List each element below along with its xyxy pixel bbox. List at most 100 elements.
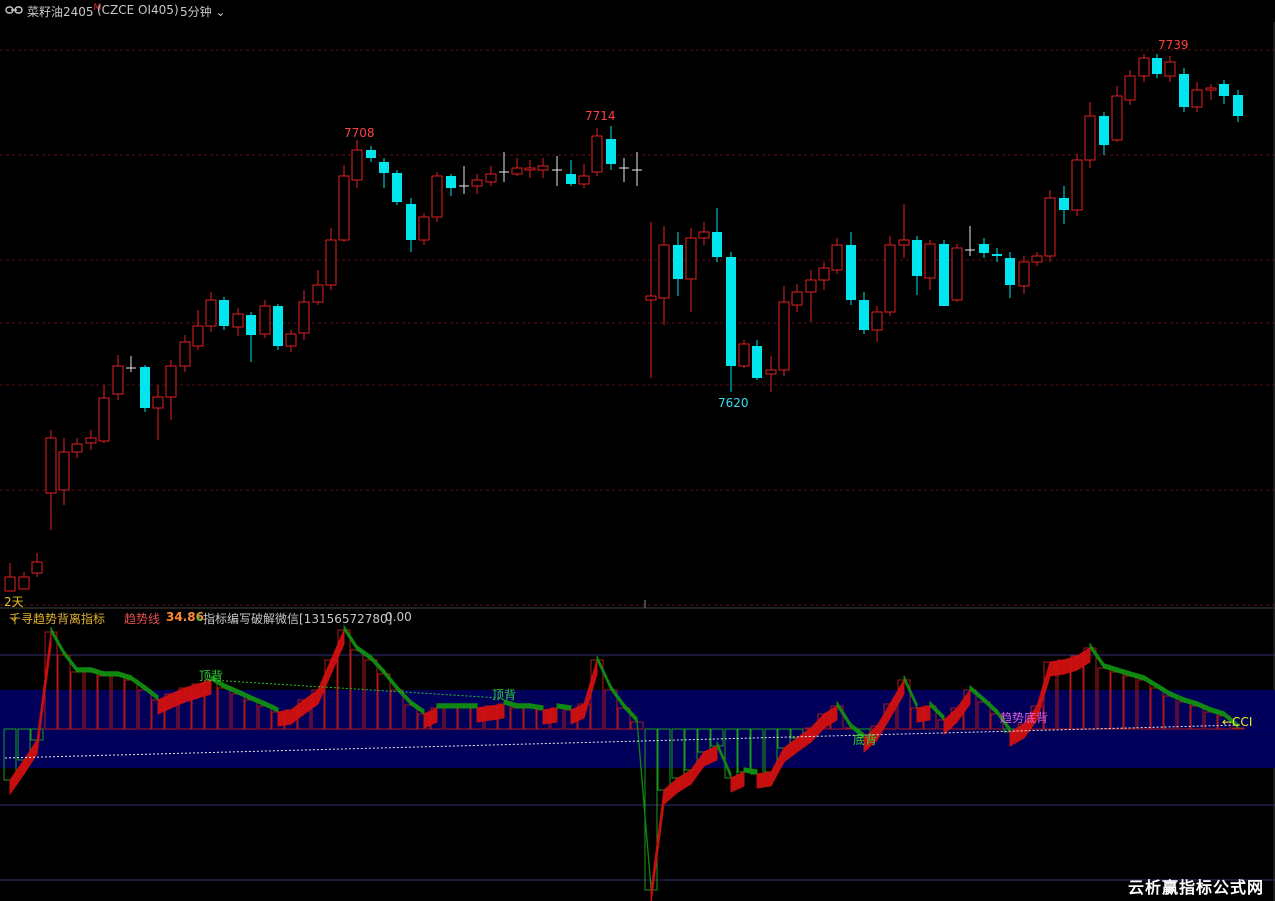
period-selector[interactable]: 5分钟 ⌄ bbox=[180, 3, 226, 20]
candle bbox=[18, 572, 30, 590]
indicator-ribbon-segment bbox=[663, 776, 679, 806]
candle bbox=[831, 238, 843, 274]
candle bbox=[471, 174, 483, 194]
candle bbox=[31, 553, 43, 577]
candle bbox=[1005, 252, 1015, 298]
watermark-text: 云析赢指标公式网 bbox=[1128, 878, 1265, 897]
high-label-1: 7708 bbox=[344, 126, 375, 140]
candle bbox=[924, 240, 936, 290]
chevron-down-icon: ⌄ bbox=[215, 5, 226, 19]
candle bbox=[379, 158, 389, 188]
indicator-ribbon-segment bbox=[436, 703, 452, 709]
indicator-ribbon-segment bbox=[463, 703, 478, 709]
annotation-top-divergence-1: 顶背 bbox=[199, 669, 224, 683]
cci-label: ←CCI bbox=[1222, 715, 1253, 729]
candle bbox=[912, 236, 922, 295]
indicator-ribbon-segment bbox=[916, 705, 931, 723]
candle bbox=[179, 335, 191, 372]
candle bbox=[1099, 112, 1109, 155]
candle bbox=[246, 312, 256, 362]
candle bbox=[459, 166, 469, 194]
indicator-title-bar: 千寻趋势背离指标 ⌄ 趋势线 34.86 ↓ 指标编写破解微信[131565727… bbox=[0, 610, 1000, 626]
candle bbox=[698, 222, 710, 245]
symbol-title: 菜籽油2405M bbox=[27, 3, 101, 20]
candle bbox=[898, 204, 910, 258]
candle bbox=[205, 292, 217, 332]
indicator-ribbon-segment bbox=[1049, 659, 1065, 677]
candle bbox=[658, 226, 670, 325]
candle bbox=[965, 226, 975, 256]
candle bbox=[1031, 252, 1043, 266]
indicator-ribbon-segment bbox=[490, 703, 505, 721]
symbol-name: 菜籽油2405 bbox=[27, 5, 94, 19]
indicator-ribbon-segment bbox=[542, 707, 558, 725]
chart-header: 菜籽油2405M (CZCE OI405) 5分钟 ⌄ bbox=[0, 0, 1275, 22]
annotation-trend-bottom-divergence: 趋势底背 bbox=[1000, 711, 1049, 725]
candle bbox=[537, 158, 549, 178]
candle bbox=[752, 340, 762, 380]
candle bbox=[485, 166, 497, 186]
annotation-top-divergence-2: 顶背 bbox=[492, 688, 517, 702]
candle bbox=[979, 238, 989, 258]
annotation-bottom-divergence: 底背 bbox=[853, 733, 878, 747]
candle bbox=[4, 563, 16, 592]
candle bbox=[71, 438, 83, 458]
indicator-ribbon-segment bbox=[743, 767, 758, 775]
candle bbox=[219, 297, 229, 330]
candle bbox=[192, 310, 204, 350]
chevron-down-icon: ⌄ bbox=[9, 610, 20, 624]
candle bbox=[1018, 256, 1030, 294]
indicator-ribbon-segment bbox=[450, 703, 465, 709]
candle bbox=[738, 340, 750, 368]
candle bbox=[85, 430, 97, 450]
candle bbox=[338, 165, 350, 242]
link-icon[interactable] bbox=[5, 5, 23, 15]
candle bbox=[846, 232, 856, 305]
candle bbox=[591, 128, 603, 176]
candle bbox=[98, 385, 110, 443]
candle bbox=[1138, 54, 1150, 82]
candle bbox=[1205, 84, 1217, 100]
candle bbox=[1191, 82, 1203, 112]
candle bbox=[259, 300, 271, 338]
indicator-ribbon-segment bbox=[476, 705, 492, 723]
candle bbox=[1059, 186, 1069, 224]
period-label: 5分钟 bbox=[180, 5, 212, 19]
candle bbox=[1124, 70, 1136, 105]
candle bbox=[951, 244, 963, 302]
candle bbox=[1164, 56, 1176, 82]
candle bbox=[791, 284, 803, 312]
indicator-ribbon-segment bbox=[596, 655, 612, 691]
candle bbox=[818, 262, 830, 290]
candle bbox=[45, 430, 57, 530]
candle bbox=[273, 304, 283, 350]
indicator-ribbon-segment bbox=[76, 667, 92, 673]
candle bbox=[726, 252, 736, 392]
candle bbox=[152, 385, 164, 440]
candle bbox=[351, 140, 363, 188]
symbol-code: (CZCE OI405) bbox=[97, 3, 179, 17]
candle bbox=[366, 146, 376, 162]
candle bbox=[1179, 68, 1189, 112]
indicator-ribbon-segment bbox=[730, 771, 745, 793]
candle bbox=[58, 438, 70, 505]
candle bbox=[619, 158, 629, 182]
candle bbox=[552, 156, 562, 186]
price-chart[interactable] bbox=[0, 0, 1275, 901]
candle bbox=[112, 355, 124, 400]
candle bbox=[499, 152, 509, 182]
candle bbox=[685, 228, 697, 312]
indicator-ribbon-segment bbox=[1129, 671, 1145, 681]
candle bbox=[712, 208, 722, 262]
indicator-note: 指标编写破解微信[13156572780] bbox=[203, 612, 393, 626]
day-count-label: 2天 bbox=[4, 595, 24, 609]
high-label-2: 7714 bbox=[585, 109, 616, 123]
low-label: 7620 bbox=[718, 396, 749, 410]
candle bbox=[805, 270, 817, 322]
candle bbox=[406, 198, 416, 252]
candle bbox=[1233, 90, 1243, 122]
candle bbox=[446, 174, 456, 196]
candle bbox=[992, 248, 1002, 262]
candle bbox=[325, 228, 337, 290]
candle bbox=[632, 152, 642, 186]
